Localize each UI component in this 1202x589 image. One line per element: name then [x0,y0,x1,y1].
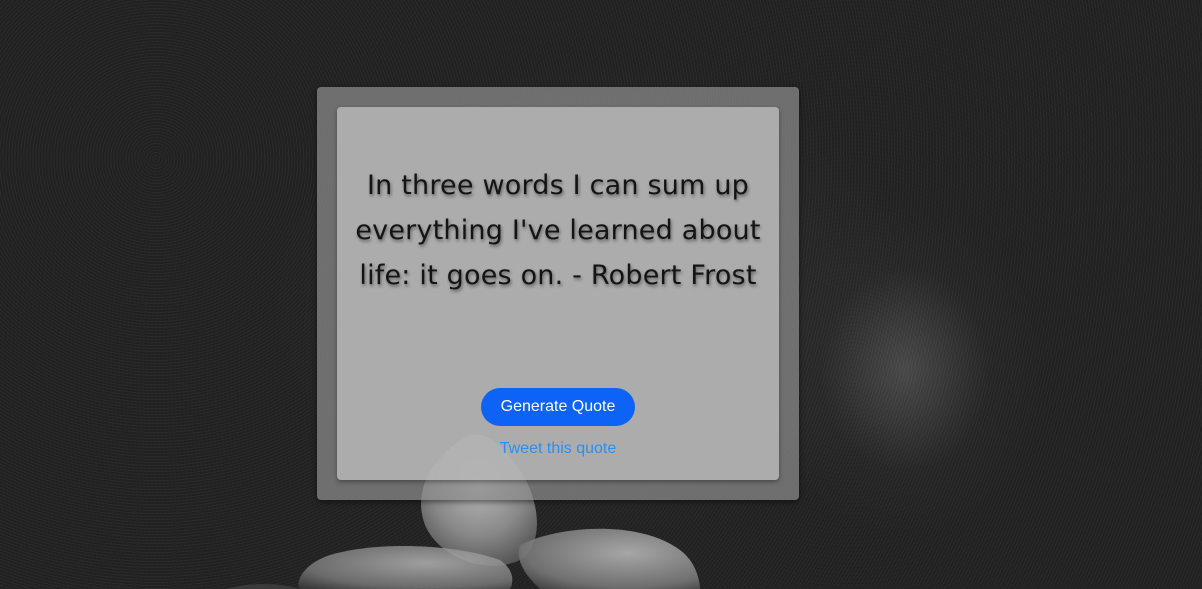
quote-box-frame: In three words I can sum up everything I… [317,87,799,500]
quote-text: In three words I can sum up everything I… [355,170,761,291]
tweet-quote-link[interactable]: Tweet this quote [337,440,779,458]
quote-card: In three words I can sum up everything I… [337,107,779,480]
generate-quote-button[interactable]: Generate Quote [481,388,635,426]
